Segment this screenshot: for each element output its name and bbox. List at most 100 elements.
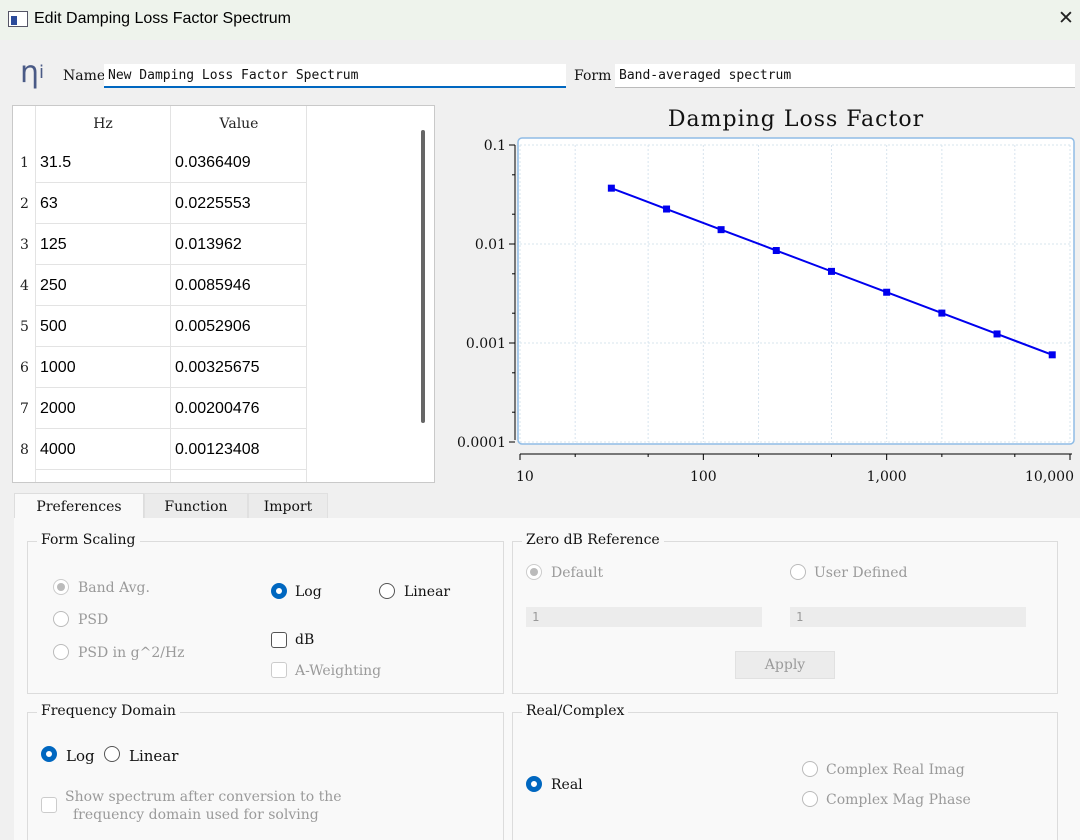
plot-area — [517, 137, 1075, 445]
table-row[interactable]: 8 4000 0.00123408 — [13, 429, 313, 470]
cell-value[interactable]: 0.00123408 — [175, 441, 260, 459]
row-number: 4 — [20, 278, 29, 294]
psd-g2-radio[interactable] — [53, 644, 69, 660]
table-row[interactable]: 2 63 0.0225553 — [13, 183, 313, 224]
cell-value[interactable]: 0.0052906 — [175, 318, 251, 336]
cell-hz[interactable]: 63 — [40, 195, 58, 213]
form-scaling-title: Form Scaling — [37, 532, 140, 548]
y-tick-label: 0.001 — [466, 336, 506, 352]
row-number: 5 — [20, 319, 29, 335]
window-title: Edit Damping Loss Factor Spectrum — [34, 10, 291, 27]
close-icon[interactable]: ✕ — [1058, 7, 1074, 29]
name-label: Name — [63, 68, 106, 84]
cell-hz[interactable]: 125 — [40, 236, 67, 254]
a-weighting-label: A-Weighting — [295, 663, 382, 679]
tab-preferences[interactable]: Preferences — [14, 493, 144, 519]
tab-import[interactable]: Import — [248, 493, 328, 519]
freq-log-label: Log — [66, 747, 95, 765]
spectrum-table[interactable]: Hz Value 1 31.5 0.0366409 2 63 0.0225553 3 125 0… — [12, 105, 435, 483]
cell-value[interactable]: 0.0225553 — [175, 195, 251, 213]
psd-radio[interactable] — [53, 611, 69, 627]
table-row[interactable]: 5 500 0.0052906 — [13, 306, 313, 347]
complex-real-imag-radio[interactable] — [802, 761, 818, 777]
cell-hz[interactable]: 31.5 — [40, 154, 71, 172]
cell-hz[interactable]: 1000 — [40, 359, 76, 377]
cell-hz[interactable]: 250 — [40, 277, 67, 295]
cell-value[interactable]: 0.000759663 — [175, 482, 268, 483]
cell-value[interactable]: 0.0366409 — [175, 154, 251, 172]
zero-db-user-input[interactable] — [790, 607, 1026, 627]
cell-hz[interactable]: 8000 — [40, 482, 76, 483]
real-complex-group — [512, 712, 1058, 840]
form-input[interactable] — [615, 64, 1075, 88]
a-weighting-checkbox[interactable] — [271, 662, 287, 678]
data-point-marker — [772, 247, 780, 255]
y-tick-label: 0.0001 — [457, 435, 506, 451]
data-point-marker — [663, 205, 671, 213]
real-label: Real — [551, 777, 583, 793]
table-row[interactable]: 7 2000 0.00200476 — [13, 388, 313, 429]
freq-linear-radio[interactable] — [104, 746, 120, 762]
complex-mag-phase-radio[interactable] — [802, 791, 818, 807]
real-radio[interactable] — [526, 776, 542, 792]
table-row[interactable]: 1 31.5 0.0366409 — [13, 142, 313, 183]
y-tick-label: 0.1 — [484, 138, 506, 154]
zero-db-title: Zero dB Reference — [522, 532, 664, 548]
complex-mag-phase-label: Complex Mag Phase — [826, 792, 971, 808]
row-number: 6 — [20, 360, 29, 376]
table-row[interactable]: 4 250 0.0085946 — [13, 265, 313, 306]
cell-value[interactable]: 0.013962 — [175, 236, 242, 254]
zero-db-default-input[interactable] — [526, 607, 762, 627]
row-number: 3 — [20, 237, 29, 253]
zero-db-user-label: User Defined — [814, 565, 908, 581]
data-point-marker — [938, 309, 946, 317]
psd-label: PSD — [78, 612, 109, 628]
freq-linear-label: Linear — [129, 747, 179, 765]
data-point-marker — [827, 267, 835, 275]
cell-value[interactable]: 0.00200476 — [175, 400, 260, 418]
x-tick-label: 10,000 — [1025, 469, 1074, 485]
data-point-marker — [993, 330, 1001, 338]
psd-g2-label: PSD in g^2/Hz — [78, 645, 185, 661]
zero-db-default-radio[interactable] — [526, 564, 542, 580]
table-row[interactable]: 980000.000759663 — [13, 470, 313, 483]
table-row[interactable]: 3 125 0.013962 — [13, 224, 313, 265]
zero-db-user-radio[interactable] — [790, 564, 806, 580]
apply-button[interactable]: Apply — [735, 651, 835, 679]
freq-log-radio[interactable] — [41, 746, 57, 762]
scaling-linear-label: Linear — [404, 584, 451, 600]
name-input[interactable] — [104, 64, 566, 88]
scaling-linear-radio[interactable] — [379, 583, 395, 599]
loss-factor-chart: 0.1 0.01 0.001 0.0001 10 100 1,000 10,000 — [457, 137, 1075, 485]
app-window-icon — [8, 11, 28, 27]
complex-real-imag-label: Complex Real Imag — [826, 762, 965, 778]
band-avg-radio[interactable] — [53, 579, 69, 595]
cell-hz[interactable]: 500 — [40, 318, 67, 336]
show-spectrum-label-line2: frequency domain used for solving — [73, 807, 319, 823]
cell-value[interactable]: 0.00325675 — [175, 359, 260, 377]
x-tick-label: 100 — [690, 469, 717, 485]
show-spectrum-checkbox[interactable] — [41, 797, 57, 813]
tab-function[interactable]: Function — [144, 493, 248, 519]
cell-value[interactable]: 0.0085946 — [175, 277, 251, 295]
table-scrollbar[interactable] — [421, 130, 425, 423]
table-row[interactable]: 6 1000 0.00325675 — [13, 347, 313, 388]
real-complex-title: Real/Complex — [522, 703, 629, 719]
db-label: dB — [295, 632, 315, 648]
row-number: 2 — [20, 196, 29, 212]
damping-eta-icon: ηi — [20, 55, 45, 90]
data-point-marker — [883, 288, 891, 296]
cell-hz[interactable]: 2000 — [40, 400, 76, 418]
zero-db-default-label: Default — [551, 565, 604, 581]
db-checkbox[interactable] — [271, 632, 287, 648]
band-avg-label: Band Avg. — [78, 580, 150, 596]
x-tick-label: 1,000 — [867, 469, 907, 485]
column-header-hz[interactable]: Hz — [35, 116, 171, 132]
cell-hz[interactable]: 4000 — [40, 441, 76, 459]
column-header-value[interactable]: Value — [171, 116, 307, 132]
row-number: 7 — [20, 401, 29, 417]
form-label: Form — [574, 68, 612, 84]
data-point-marker — [1048, 351, 1056, 359]
scaling-log-radio[interactable] — [271, 583, 287, 599]
row-number: 1 — [20, 155, 29, 171]
